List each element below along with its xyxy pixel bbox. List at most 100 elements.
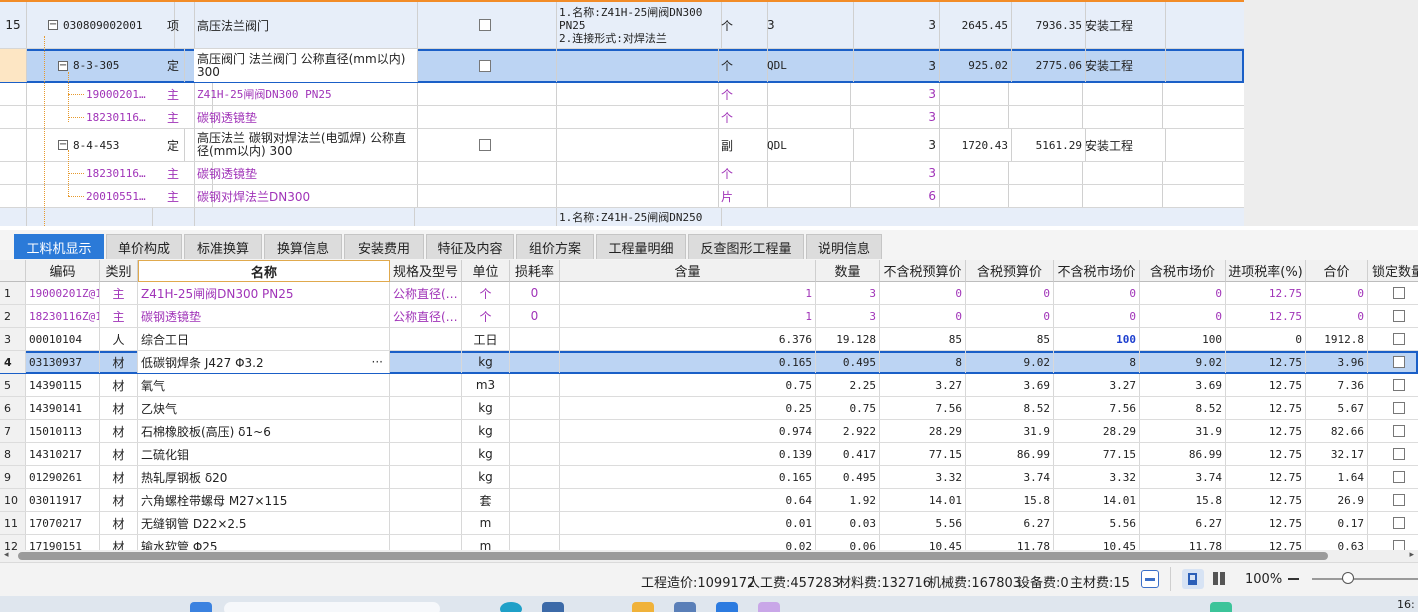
tab-pricing-scheme[interactable]: 组价方案 [516, 234, 594, 259]
unit-cell[interactable]: kg [462, 351, 510, 373]
spec-cell[interactable] [390, 512, 462, 534]
type-cell[interactable]: 主 [100, 282, 138, 304]
header-content[interactable]: 含量 [560, 260, 816, 282]
lock-checkbox[interactable] [1392, 356, 1405, 368]
tray-icon[interactable] [1210, 602, 1232, 612]
market-price-incl-cell[interactable]: 100 [1140, 328, 1226, 350]
content-cell[interactable]: 0.64 [560, 489, 816, 511]
content-cell[interactable]: 0.165 [560, 466, 816, 488]
start-icon[interactable] [190, 602, 212, 612]
spec-cell[interactable] [390, 328, 462, 350]
lock-quantity-cell[interactable] [1368, 443, 1418, 465]
scroll-left-icon[interactable]: ◂ [4, 550, 9, 560]
code-cell[interactable]: 17190151 [26, 535, 100, 550]
tab-installation-fee[interactable]: 安装费用 [344, 234, 424, 259]
lock-quantity-cell[interactable] [1368, 535, 1418, 550]
header-code[interactable]: 编码 [26, 260, 100, 282]
spec-cell[interactable] [390, 351, 462, 373]
formula-cell[interactable]: QDL [764, 49, 854, 82]
layout-toggle-icon[interactable] [1141, 570, 1159, 588]
table-row[interactable]: −8-4-453 定 高压法兰 碳钢对焊法兰(电弧焊) 公称直径(mm以内) 3… [0, 129, 1244, 162]
header-loss-rate[interactable]: 损耗率 [510, 260, 560, 282]
total-price-cell[interactable]: 5.67 [1306, 397, 1368, 419]
name-cell[interactable]: 高压阀门 法兰阀门 公称直径(mm以内) 300 [194, 49, 418, 82]
active-app-icon[interactable] [716, 602, 738, 612]
total-price-cell[interactable]: 82.66 [1306, 420, 1368, 442]
type-cell[interactable]: 材 [100, 512, 138, 534]
loss-rate-cell[interactable] [510, 420, 560, 442]
quantity-cell[interactable]: 0.06 [816, 535, 880, 550]
type-cell[interactable]: 人 [100, 328, 138, 350]
type-cell[interactable]: 材 [100, 374, 138, 396]
name-cell[interactable]: 高压法兰 碳钢对焊法兰(电弧焊) 公称直径(mm以内) 300 [194, 129, 418, 161]
lock-quantity-cell[interactable] [1368, 328, 1418, 350]
code-cell[interactable]: 00010104 [26, 328, 100, 350]
formula-cell[interactable]: QDL [764, 129, 854, 161]
market-price-incl-cell[interactable]: 0 [1140, 282, 1226, 304]
lock-checkbox[interactable] [1392, 333, 1405, 345]
table-row[interactable]: 15 −030809002001 项 高压法兰阀门 1.名称:Z41H-25闸阀… [0, 2, 1244, 49]
horizontal-scrollbar[interactable]: ◂ ▸ [0, 550, 1418, 562]
unit-cell[interactable]: kg [462, 443, 510, 465]
tax-rate-cell[interactable]: 12.75 [1226, 443, 1306, 465]
name-cell[interactable]: Z41H-25闸阀DN300 PN25 [138, 282, 390, 304]
budget-price-excl-cell[interactable]: 85 [880, 328, 966, 350]
market-price-incl-cell[interactable]: 15.8 [1140, 489, 1226, 511]
content-cell[interactable]: 0.75 [560, 374, 816, 396]
unit-cell[interactable]: m [462, 512, 510, 534]
spec-cell[interactable] [390, 443, 462, 465]
name-cell[interactable]: 综合工日 [138, 328, 390, 350]
market-price-excl-cell[interactable]: 5.56 [1054, 512, 1140, 534]
type-cell[interactable]: 材 [100, 443, 138, 465]
content-cell[interactable]: 0.139 [560, 443, 816, 465]
budget-price-excl-cell[interactable]: 0 [880, 282, 966, 304]
content-cell[interactable]: 0.02 [560, 535, 816, 550]
tax-rate-cell[interactable]: 12.75 [1226, 420, 1306, 442]
collapse-icon[interactable]: − [48, 20, 58, 30]
table-row[interactable]: 11 17070217 材无缝钢管 D22×2.5 m 0.01 0.03 5.56 6.27… [0, 512, 1418, 535]
table-row-selected[interactable]: 4 03130937 材低碳钢焊条 J427 Φ3.2 ··· kg 0.165 0.495… [0, 351, 1418, 374]
type-cell[interactable]: 材 [100, 535, 138, 550]
tax-rate-cell[interactable]: 12.75 [1226, 489, 1306, 511]
loss-rate-cell[interactable] [510, 351, 560, 373]
name-cell[interactable]: 碳钢透镜垫 [194, 106, 418, 128]
table-row[interactable]: 9 01290261 材热轧厚钢板 δ20 kg 0.165 0.495 3.32 3.74 3… [0, 466, 1418, 489]
spec-cell[interactable] [390, 374, 462, 396]
total-price-cell[interactable]: 1.64 [1306, 466, 1368, 488]
header-unit[interactable]: 单位 [462, 260, 510, 282]
budget-price-excl-cell[interactable]: 14.01 [880, 489, 966, 511]
table-row[interactable]: 20010551… 主 碳钢对焊法兰DN300 片 6 [0, 185, 1244, 208]
folder-icon[interactable] [632, 602, 654, 612]
table-row[interactable]: 7 15010113 材石棉橡胶板(高压) δ1~6 kg 0.974 2.922 28.2… [0, 420, 1418, 443]
market-price-excl-cell[interactable]: 77.15 [1054, 443, 1140, 465]
tax-rate-cell[interactable]: 12.75 [1226, 397, 1306, 419]
unit-cell[interactable]: 工日 [462, 328, 510, 350]
tab-features-content[interactable]: 特征及内容 [426, 234, 514, 259]
table-row[interactable]: 5 14390115 材氧气 m3 0.75 2.25 3.27 3.69 3.27 3.69 12… [0, 374, 1418, 397]
header-quantity[interactable]: 数量 [816, 260, 880, 282]
tax-rate-cell[interactable]: 12.75 [1226, 374, 1306, 396]
app-icon[interactable] [500, 602, 522, 612]
loss-rate-cell[interactable] [510, 443, 560, 465]
content-cell[interactable]: 0.974 [560, 420, 816, 442]
zoom-slider[interactable] [1312, 578, 1418, 580]
budget-price-incl-cell[interactable]: 11.78 [966, 535, 1054, 550]
total-price-cell[interactable]: 26.9 [1306, 489, 1368, 511]
collapse-icon[interactable]: − [58, 60, 68, 71]
tax-rate-cell[interactable]: 12.75 [1226, 512, 1306, 534]
lock-quantity-cell[interactable] [1368, 512, 1418, 534]
code-cell[interactable]: 17070217 [26, 512, 100, 534]
lock-checkbox[interactable] [1392, 540, 1405, 550]
app-icon[interactable] [542, 602, 564, 612]
content-cell[interactable]: 0.165 [560, 351, 816, 373]
budget-price-incl-cell[interactable]: 31.9 [966, 420, 1054, 442]
market-price-incl-cell[interactable]: 8.52 [1140, 397, 1226, 419]
type-cell[interactable]: 材 [100, 489, 138, 511]
quantity-cell[interactable]: 3 [816, 305, 880, 327]
type-cell[interactable]: 主 [100, 305, 138, 327]
spec-cell[interactable] [390, 535, 462, 550]
name-cell[interactable]: 二硫化钼 [138, 443, 390, 465]
table-row[interactable]: 3 00010104 人综合工日 工日 6.376 19.128 85 85 100 100 0 19… [0, 328, 1418, 351]
tax-rate-cell[interactable]: 12.75 [1226, 466, 1306, 488]
header-market-price-incl-tax[interactable]: 含税市场价 [1140, 260, 1226, 282]
